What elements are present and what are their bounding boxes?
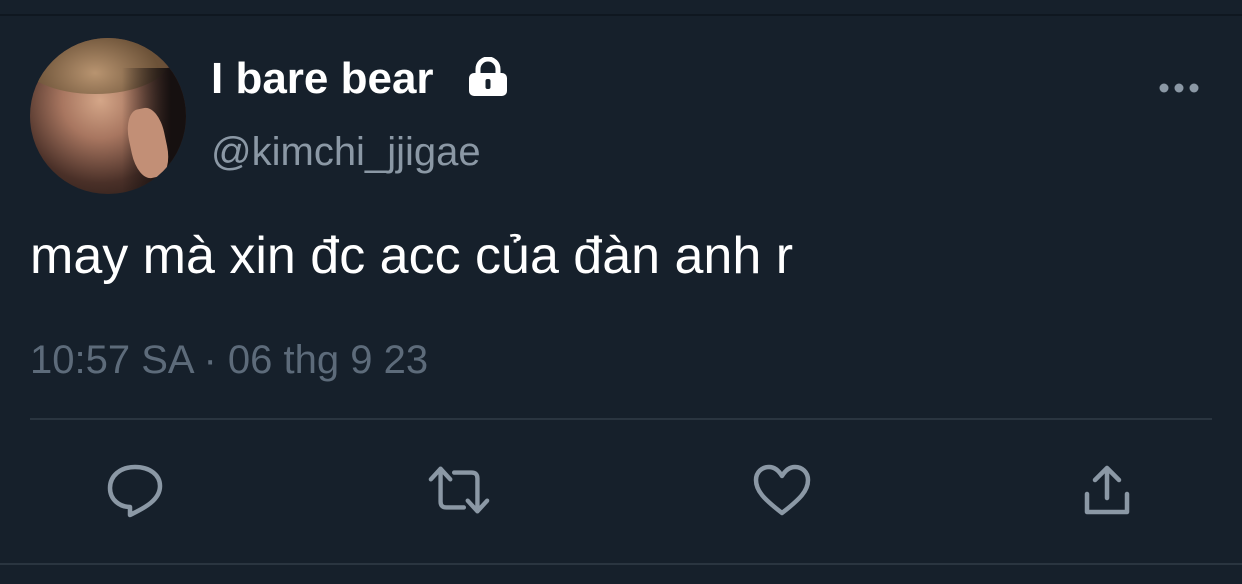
avatar[interactable] xyxy=(30,38,186,194)
tweet-text: may mà xin đc acc của đàn anh r xyxy=(30,227,794,285)
lock-icon xyxy=(469,57,507,96)
share-icon xyxy=(1084,465,1130,515)
user-handle[interactable]: @kimchi_jjigae xyxy=(211,128,481,176)
retweet-icon xyxy=(428,466,490,514)
tweet-timestamp[interactable]: 10:57 SA · 06 thg 9 23 xyxy=(30,336,428,384)
bottom-divider xyxy=(0,563,1242,565)
reply-button[interactable] xyxy=(103,458,167,522)
top-divider xyxy=(0,14,1242,16)
retweet-button[interactable] xyxy=(427,458,491,522)
action-divider xyxy=(30,418,1212,420)
display-name[interactable]: I bare bear xyxy=(211,53,434,105)
reply-icon xyxy=(107,464,163,518)
like-button[interactable] xyxy=(750,458,814,522)
heart-icon xyxy=(753,464,811,516)
more-icon[interactable] xyxy=(1158,80,1200,96)
share-button[interactable] xyxy=(1075,458,1139,522)
